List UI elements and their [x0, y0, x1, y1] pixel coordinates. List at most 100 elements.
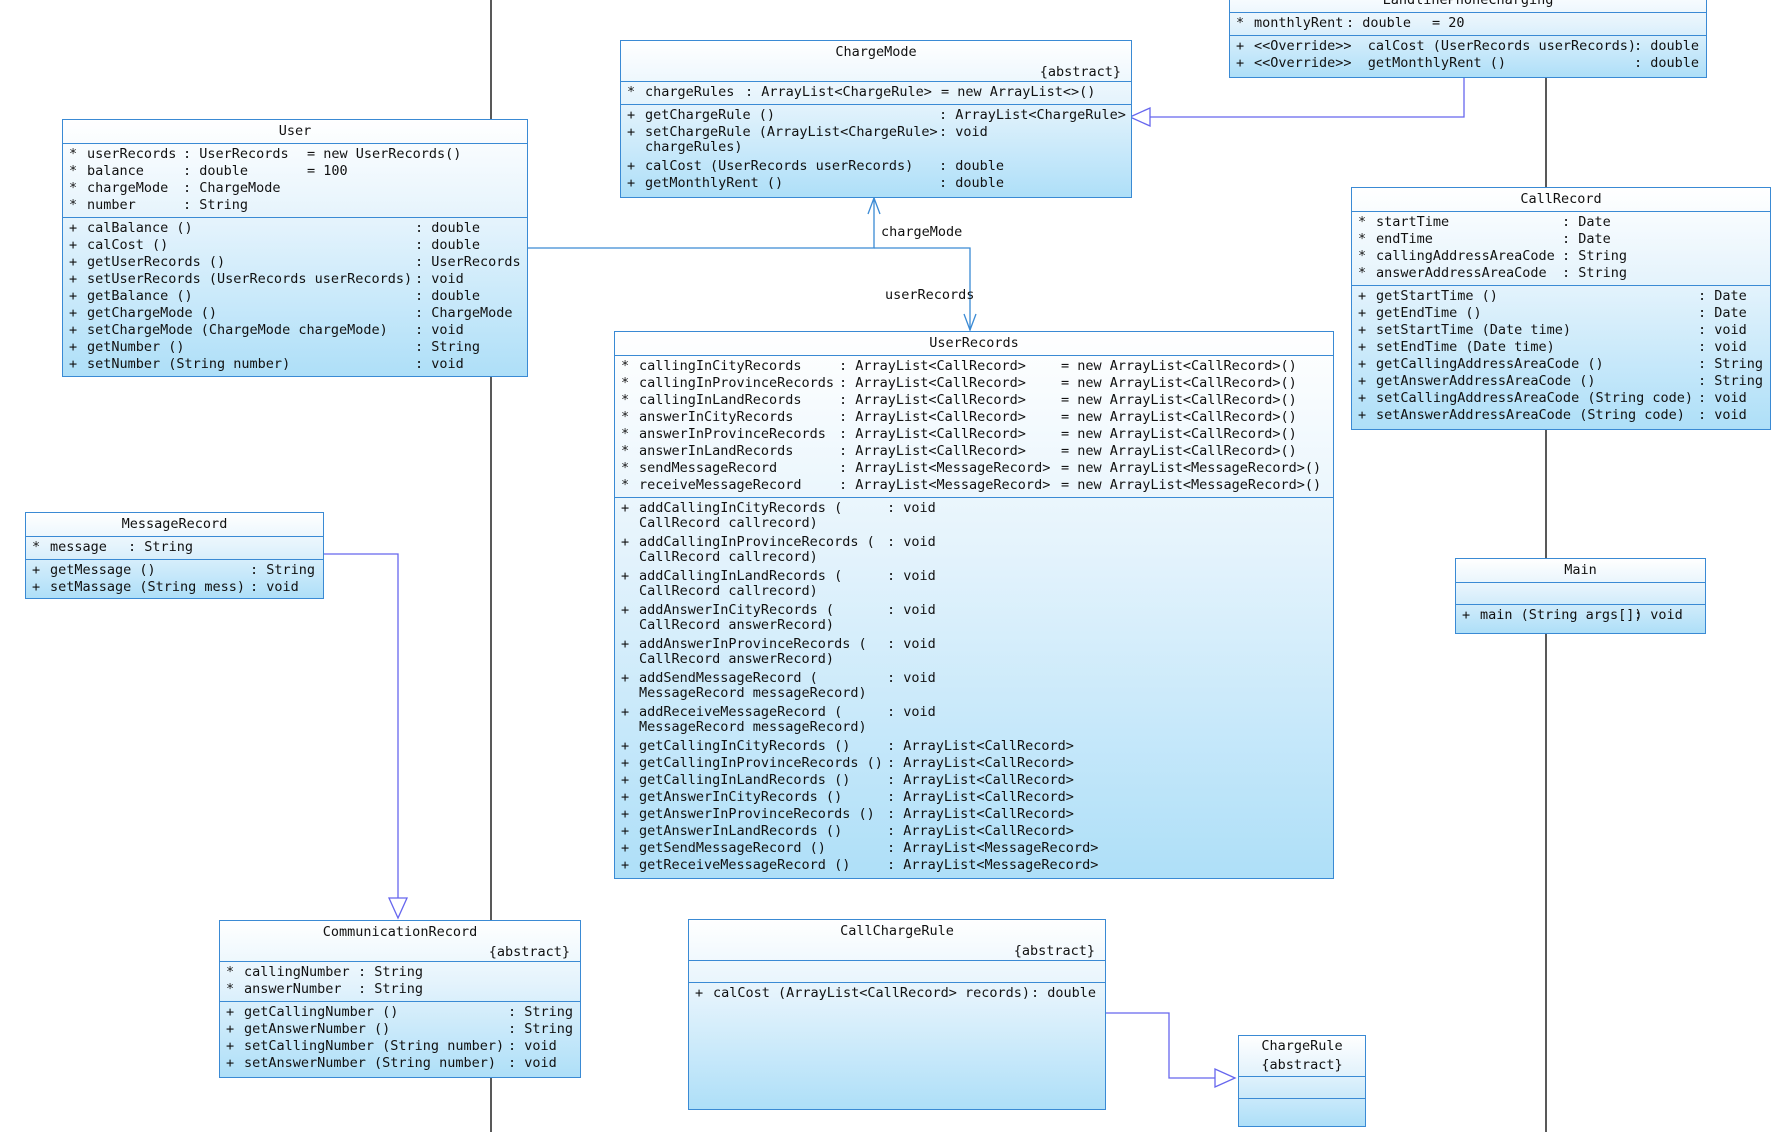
class-title: CallRecord	[1352, 188, 1770, 212]
attributes-section: * userRecords: UserRecords = new UserRecor…	[63, 144, 527, 218]
method-row: + addAnswerInProvinceRecords ( CallRecord…	[621, 636, 936, 667]
method-row: + addAnswerInCityRecords ( CallRecord ans…	[621, 602, 936, 633]
method-row: + setEndTime (Date time): void	[1358, 339, 1747, 355]
label-userrecords-role: userRecords	[885, 287, 975, 303]
methods-section: + <<Override>> calCost (UserRecords userR…	[1230, 36, 1706, 75]
attribute-row: * answerNumber: String	[226, 981, 424, 997]
class-title: CallChargeRule	[840, 923, 954, 939]
attribute-row: * callingNumber: String	[226, 964, 424, 980]
method-row: + getCallingInCityRecords (): ArrayList<C…	[621, 738, 1074, 754]
attribute-row: * startTime: Date	[1358, 214, 1611, 230]
attributes-section	[1239, 1077, 1365, 1099]
class-title: UserRecords	[615, 332, 1333, 356]
association-arrowhead-userrecords	[963, 313, 977, 332]
label-chargemode-role: chargeMode	[881, 224, 963, 240]
method-row: + calCost (ArrayList<CallRecord> records)…	[695, 985, 1097, 1001]
method-row: + setStartTime (Date time): void	[1358, 322, 1747, 338]
method-row: + getNumber (): String	[69, 339, 481, 355]
generalization-arrowhead-commrecord	[387, 897, 409, 920]
methods-section: + calBalance (): double + calCost (): doub…	[63, 218, 527, 376]
method-row: + getCallingNumber (): String	[226, 1004, 574, 1020]
methods-section: + getChargeRule (): ArrayList<ChargeRule>…	[621, 105, 1131, 195]
abstract-stereotype: {abstract}	[1239, 1057, 1365, 1077]
class-title: MessageRecord	[26, 513, 323, 537]
method-row: + getAnswerInCityRecords (): ArrayList<Ca…	[621, 789, 1074, 805]
attribute-row: * answerInCityRecords: ArrayList<CallReco…	[621, 409, 1297, 425]
class-title: ChargeRule	[1261, 1038, 1343, 1054]
attribute-row: * callingAddressAreaCode: String	[1358, 248, 1628, 264]
abstract-stereotype: {abstract}	[621, 64, 1131, 82]
class-user[interactable]: User * userRecords: UserRecords = new User…	[62, 119, 528, 377]
methods-section: + main (String args[]): void	[1456, 605, 1705, 627]
attributes-section: * chargeRules: ArrayList<ChargeRule> = new…	[621, 82, 1131, 105]
class-charge-rule[interactable]: ChargeRule {abstract}	[1238, 1035, 1366, 1127]
method-row: + addCallingInCityRecords ( CallRecord ca…	[621, 500, 936, 531]
method-row: + setChargeMode (ChargeMode chargeMode): …	[69, 322, 464, 338]
method-row: + getAnswerAddressAreaCode (): String	[1358, 373, 1764, 389]
method-row: + getChargeRule (): ArrayList<ChargeRule>	[627, 107, 1126, 123]
methods-section: + calCost (ArrayList<CallRecord> records)…	[689, 983, 1105, 1005]
class-title: Main	[1456, 559, 1705, 583]
attribute-row: * chargeRules: ArrayList<ChargeRule> = new…	[627, 84, 1096, 100]
attributes-section: * startTime: Date * endTime: Date * calling…	[1352, 212, 1770, 286]
attribute-row: * monthlyRent: double = 20	[1236, 15, 1465, 31]
method-row: + getAnswerNumber (): String	[226, 1021, 574, 1037]
attribute-row: * callingInLandRecords: ArrayList<CallRec…	[621, 392, 1297, 408]
generalization-callchargerule-to-chargerule	[1103, 1012, 1215, 1079]
class-landline-phone-charging[interactable]: LandlinePhoneCharging * monthlyRent: doub…	[1229, 0, 1707, 78]
method-row: + addSendMessageRecord ( MessageRecord me…	[621, 670, 936, 701]
class-main[interactable]: Main + main (String args[]): void	[1455, 558, 1706, 634]
method-row: + calCost (): double	[69, 237, 481, 253]
method-row: + setUserRecords (UserRecords userRecords…	[69, 271, 464, 287]
attribute-row: * answerInProvinceRecords: ArrayList<Call…	[621, 426, 1297, 442]
attribute-row: * endTime: Date	[1358, 231, 1611, 247]
methods-section: + getCallingNumber (): String + getAnswerN…	[220, 1002, 580, 1075]
method-row: + getSendMessageRecord (): ArrayList<Mess…	[621, 840, 1099, 856]
method-row: + <<Override>> calCost (UserRecords userR…	[1236, 38, 1700, 54]
attribute-row: * answerInLandRecords: ArrayList<CallReco…	[621, 443, 1297, 459]
method-row: + getStartTime (): Date	[1358, 288, 1747, 304]
class-user-records[interactable]: UserRecords * callingInCityRecords: Array…	[614, 331, 1334, 879]
association-user-chargemode	[526, 198, 875, 249]
generalization-arrowhead-chargemode	[1128, 106, 1151, 128]
method-row: + setMassage (String mess): void	[32, 579, 299, 595]
method-row: + addCallingInLandRecords ( CallRecord ca…	[621, 568, 936, 599]
methods-section: + getStartTime (): Date + getEndTime (): D…	[1352, 286, 1770, 427]
attributes-section: * callingInCityRecords: ArrayList<CallRec…	[615, 356, 1333, 498]
abstract-stereotype: {abstract}	[220, 944, 580, 962]
class-charge-mode[interactable]: ChargeMode {abstract} * chargeRules: Arra…	[620, 40, 1132, 198]
method-row: + setChargeRule (ArrayList<ChargeRule> ch…	[627, 124, 988, 155]
attribute-row: * balance: double = 100	[69, 163, 348, 179]
attribute-row: * userRecords: UserRecords = new UserRecor…	[69, 146, 462, 162]
method-row: + <<Override>> getMonthlyRent (): double	[1236, 55, 1700, 71]
method-row: + getReceiveMessageRecord (): ArrayList<M…	[621, 857, 1099, 873]
method-row: + getEndTime (): Date	[1358, 305, 1747, 321]
method-row: + getChargeMode (): ChargeMode	[69, 305, 513, 321]
attribute-row: * number: String	[69, 197, 249, 213]
method-row: + main (String args[]): void	[1462, 607, 1683, 623]
method-row: + calBalance (): double	[69, 220, 481, 236]
method-row: + getCallingInProvinceRecords (): ArrayLi…	[621, 755, 1074, 771]
method-row: + getUserRecords (): UserRecords	[69, 254, 521, 270]
attribute-row: * message: String	[32, 539, 194, 555]
class-call-record[interactable]: CallRecord * startTime: Date * endTime: Da…	[1351, 187, 1771, 430]
method-row: + setCallingNumber (String number): void	[226, 1038, 557, 1054]
attributes-section	[689, 961, 1105, 983]
methods-section	[1239, 1099, 1365, 1120]
method-row: + setAnswerAddressAreaCode (String code):…	[1358, 407, 1747, 423]
class-call-charge-rule[interactable]: CallChargeRule {abstract} + calCost (Arra…	[688, 919, 1106, 1110]
attributes-section	[1456, 583, 1705, 605]
method-row: + getAnswerInProvinceRecords (): ArrayLis…	[621, 806, 1074, 822]
abstract-stereotype: {abstract}	[689, 943, 1105, 961]
method-row: + setNumber (String number): void	[69, 356, 464, 372]
class-message-record[interactable]: MessageRecord * message: String + getMessa…	[25, 512, 324, 599]
attribute-row: * callingInProvinceRecords: ArrayList<Cal…	[621, 375, 1297, 391]
method-row: + addCallingInProvinceRecords ( CallRecor…	[621, 534, 936, 565]
class-communication-record[interactable]: CommunicationRecord {abstract} * callingN…	[219, 920, 581, 1078]
class-title: User	[63, 120, 527, 144]
attributes-section: * message: String	[26, 537, 323, 560]
attributes-section: * callingNumber: String * answerNumber: St…	[220, 962, 580, 1002]
method-row: + setAnswerNumber (String number): void	[226, 1055, 557, 1071]
attribute-row: * sendMessageRecord: ArrayList<MessageRec…	[621, 460, 1322, 476]
method-row: + calCost (UserRecords userRecords): doub…	[627, 158, 1005, 174]
